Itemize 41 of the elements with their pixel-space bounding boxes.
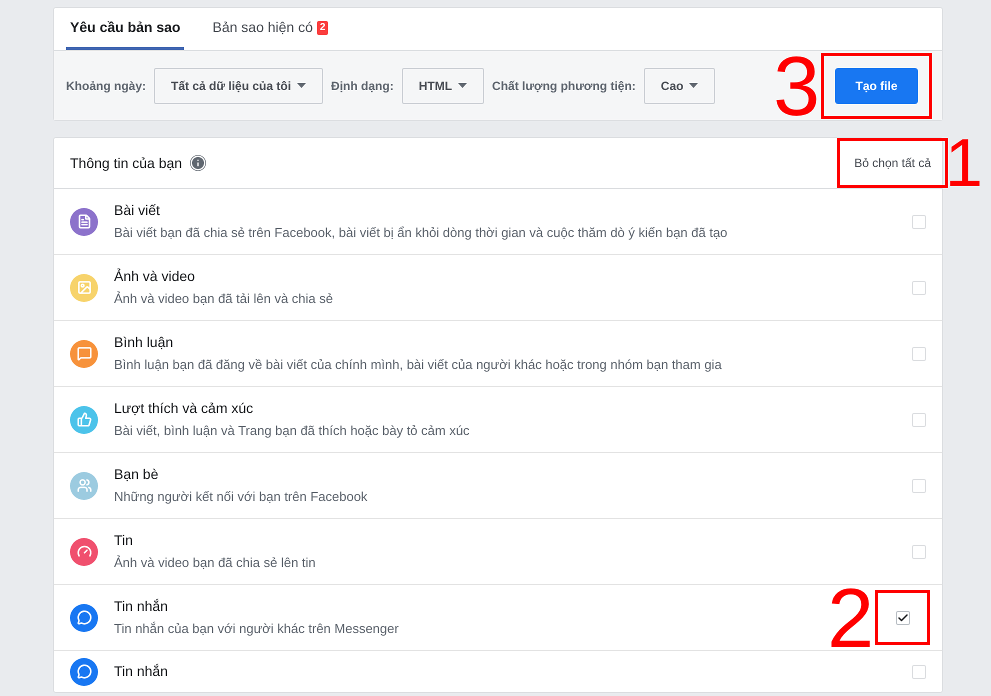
item-description: Ảnh và video bạn đã chia sẻ lên tin — [114, 554, 317, 572]
step-number: 1 — [945, 128, 983, 198]
item-description: Ảnh và video bạn đã tải lên và chia sẻ — [114, 290, 334, 308]
item-description: Bình luận bạn đã đăng về bài viết của chính mình, bài viết của người khác hoặc trong nhóm bạn tham gia — [114, 356, 723, 374]
dropdown[interactable]: Tất cả dữ liệu của tôi — [154, 68, 324, 104]
step-number: 2 — [827, 582, 874, 652]
checkbox[interactable] — [912, 280, 926, 294]
caret-icon — [458, 83, 468, 88]
item-title: Tin nhắn — [114, 662, 169, 681]
item-title: Bài viết — [114, 201, 161, 220]
item-title: Tin nhắn — [114, 597, 169, 616]
item-description: Bài viết, bình luận và Trang bạn đã thích hoặc bày tỏ cảm xúc — [114, 422, 471, 440]
item-title: Tin — [114, 531, 134, 550]
checkbox[interactable] — [896, 610, 910, 624]
select-all-link[interactable]: Bỏ chọn tất cả — [854, 154, 931, 172]
item-title: Bạn bè — [114, 465, 160, 484]
item-title: Lượt thích và cảm xúc — [114, 399, 254, 418]
filter-label: Khoảng ngày: — [66, 78, 146, 94]
filter-label: Chất lượng phương tiện: — [492, 78, 636, 94]
checkbox[interactable] — [912, 346, 926, 360]
count-badge: 2 — [316, 20, 328, 34]
dropdown[interactable]: Cao — [644, 68, 716, 104]
item-description: Những người kết nối với bạn trên Facebook — [114, 488, 368, 506]
item-description: Bài viết bạn đã chia sẻ trên Facebook, bài viết bị ẩn khỏi dòng thời gian và cuộc thăm dò ý kiến bạn đã tạo — [114, 224, 728, 242]
create-file-button[interactable]: Tạo file — [835, 68, 918, 104]
checkbox[interactable] — [912, 664, 926, 678]
info-icon[interactable] — [190, 155, 206, 171]
checkbox[interactable] — [912, 214, 926, 228]
filter-label: Định dạng: — [331, 78, 394, 94]
item-description: Tin nhắn của bạn với người khác trên Messenger — [114, 620, 400, 638]
caret-icon — [297, 83, 306, 88]
item-title: Ảnh và video — [114, 267, 196, 286]
checkbox[interactable] — [912, 544, 926, 558]
dropdown[interactable]: HTML — [402, 68, 484, 104]
tab[interactable]: Bản sao hiện có 2 — [208, 8, 332, 50]
checkbox[interactable] — [912, 478, 926, 492]
section-title: Thông tin của bạn — [70, 154, 182, 173]
item-title: Bình luận — [114, 333, 174, 352]
step-number: 3 — [773, 50, 820, 120]
caret-icon — [689, 83, 698, 88]
checkbox[interactable] — [912, 412, 926, 426]
